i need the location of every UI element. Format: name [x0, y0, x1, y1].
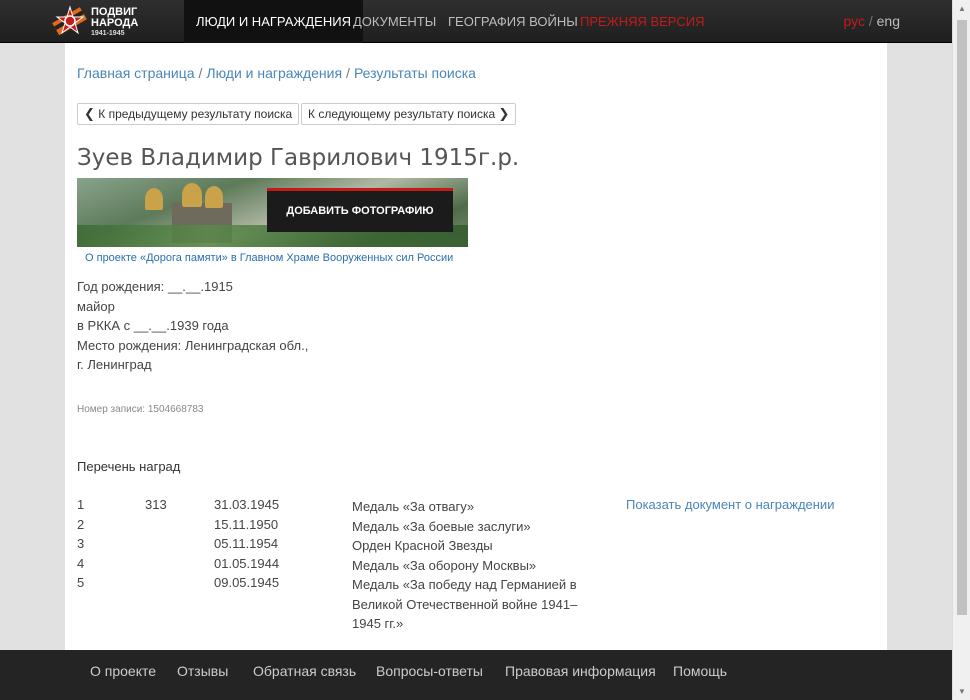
award-row: 4 01.05.1944 Медаль «За оборону Москвы» — [77, 556, 877, 576]
birthplace-line-2: г. Ленинград — [77, 357, 152, 373]
record-number: Номер записи: 1504668783 — [77, 404, 204, 415]
vertical-scrollbar[interactable]: ▲ ▼ — [952, 0, 970, 700]
main-content: Главная страница / Люди и награждения / Резу… — [65, 43, 887, 650]
award-number: 3 — [77, 536, 85, 551]
dome-decoration — [205, 186, 223, 208]
scroll-down-icon[interactable]: ▼ — [953, 683, 970, 700]
person-info: Год рождения: __.__.1915 майор в РККА с … — [77, 277, 308, 375]
nav-old-version[interactable]: ПРЕЖНЯЯ ВЕРСИЯ — [580, 0, 704, 43]
birthplace-line-1: Место рождения: Ленинградская обл., — [77, 337, 309, 353]
breadcrumb: Главная страница / Люди и награждения / Резу… — [77, 65, 476, 81]
footer: О проекте Отзывы Обратная связь Вопросы-… — [0, 650, 952, 700]
road-of-memory-link[interactable]: О проекте «Дорога памяти» в Главном Храм… — [85, 252, 453, 264]
prev-result-button[interactable]: ❮ К предыдущему результату поиска — [77, 103, 300, 125]
award-row: 1 313 31.03.1945 Медаль «За отвагу» Пока… — [77, 497, 877, 517]
lang-en[interactable]: eng — [877, 13, 900, 29]
nav-people-awards[interactable]: ЛЮДИ И НАГРАЖДЕНИЯ — [184, 0, 363, 43]
add-photo-banner[interactable]: ДОБАВИТЬ ФОТОГРАФИЮ ГЕРОЯ — [77, 178, 468, 247]
footer-reviews[interactable]: Отзывы — [177, 650, 228, 692]
award-date: 09.05.1945 — [214, 575, 280, 590]
next-result-button[interactable]: К следующему результату поиска ❯ — [301, 103, 517, 125]
award-number: 5 — [77, 575, 85, 590]
footer-help[interactable]: Помощь — [673, 650, 727, 692]
order-star-icon — [52, 4, 88, 40]
award-code: 313 — [145, 497, 167, 512]
scroll-up-icon[interactable]: ▲ — [953, 0, 970, 17]
award-number: 2 — [77, 516, 85, 532]
next-result-label: К следующему результату поиска — [308, 107, 496, 121]
award-date: 15.11.1950 — [214, 516, 279, 532]
award-number: 1 — [77, 497, 85, 512]
language-switch: рус / eng — [843, 0, 900, 43]
person-name: Зуев Владимир Гаврилович 1915г.р. — [77, 145, 520, 171]
dome-decoration — [182, 183, 202, 207]
chevron-right-icon: ❯ — [498, 106, 510, 121]
footer-about[interactable]: О проекте — [90, 650, 156, 692]
logo-text: ПОДВИГ НАРОДА 1941-1945 — [91, 5, 139, 38]
awards-list: 1 313 31.03.1945 Медаль «За отвагу» Пока… — [77, 497, 877, 635]
nav-war-geography[interactable]: ГЕОГРАФИЯ ВОЙНЫ — [448, 0, 578, 43]
award-name: Орден Красной Звезды — [352, 538, 493, 553]
footer-faq[interactable]: Вопросы-ответы — [376, 650, 483, 692]
award-date: 31.03.1945 — [214, 497, 280, 512]
footer-feedback[interactable]: Обратная связь — [253, 650, 356, 692]
breadcrumb-results[interactable]: Результаты поиска — [354, 65, 476, 81]
awards-title: Перечень наград — [77, 459, 181, 474]
dome-decoration — [145, 188, 163, 210]
nav-documents[interactable]: ДОКУМЕНТЫ — [353, 0, 436, 43]
chevron-left-icon: ❮ — [84, 106, 95, 121]
show-award-document-link[interactable]: Показать документ о награждении — [626, 497, 834, 512]
lang-ru[interactable]: рус — [843, 13, 864, 29]
rkka-since: в РККА с __.__.1939 года — [77, 318, 229, 334]
logo-line-2: НАРОДА — [91, 16, 139, 29]
breadcrumb-home[interactable]: Главная страница — [77, 65, 195, 81]
add-hero-photo-button[interactable]: ДОБАВИТЬ ФОТОГРАФИЮ ГЕРОЯ — [267, 188, 453, 247]
award-row: 5 09.05.1945 Медаль «За победу над Герма… — [77, 575, 877, 635]
breadcrumb-separator: / — [346, 65, 350, 81]
footer-legal[interactable]: Правовая информация — [505, 650, 656, 692]
award-name: Медаль «За оборону Москвы» — [352, 557, 537, 573]
breadcrumb-separator: / — [198, 65, 203, 81]
breadcrumb-people[interactable]: Люди и награждения — [206, 65, 342, 81]
lang-separator: / — [868, 13, 873, 29]
scroll-thumb[interactable] — [957, 20, 967, 615]
award-name: Медаль «За боевые заслуги» — [352, 518, 531, 534]
top-navbar: ПОДВИГ НАРОДА 1941-1945 ЛЮДИ И НАГРАЖДЕН… — [0, 0, 952, 43]
award-row: 3 05.11.1954 Орден Красной Звезды — [77, 536, 877, 556]
award-name: Медаль «За победу над Германией в Велико… — [352, 577, 578, 631]
birth-year: Год рождения: __.__.1915 — [77, 279, 233, 294]
prev-result-label: К предыдущему результату поиска — [98, 107, 293, 121]
award-name: Медаль «За отвагу» — [352, 499, 475, 514]
site-logo[interactable]: ПОДВИГ НАРОДА 1941-1945 — [52, 2, 172, 42]
award-date: 05.11.1954 — [214, 536, 279, 551]
award-number: 4 — [77, 555, 85, 571]
award-row: 2 15.11.1950 Медаль «За боевые заслуги» — [77, 517, 877, 537]
rank: майор — [77, 298, 115, 314]
logo-line-1: ПОДВИГ — [91, 5, 138, 18]
award-date: 01.05.1944 — [214, 555, 280, 571]
logo-years: 1941-1945 — [91, 29, 125, 37]
